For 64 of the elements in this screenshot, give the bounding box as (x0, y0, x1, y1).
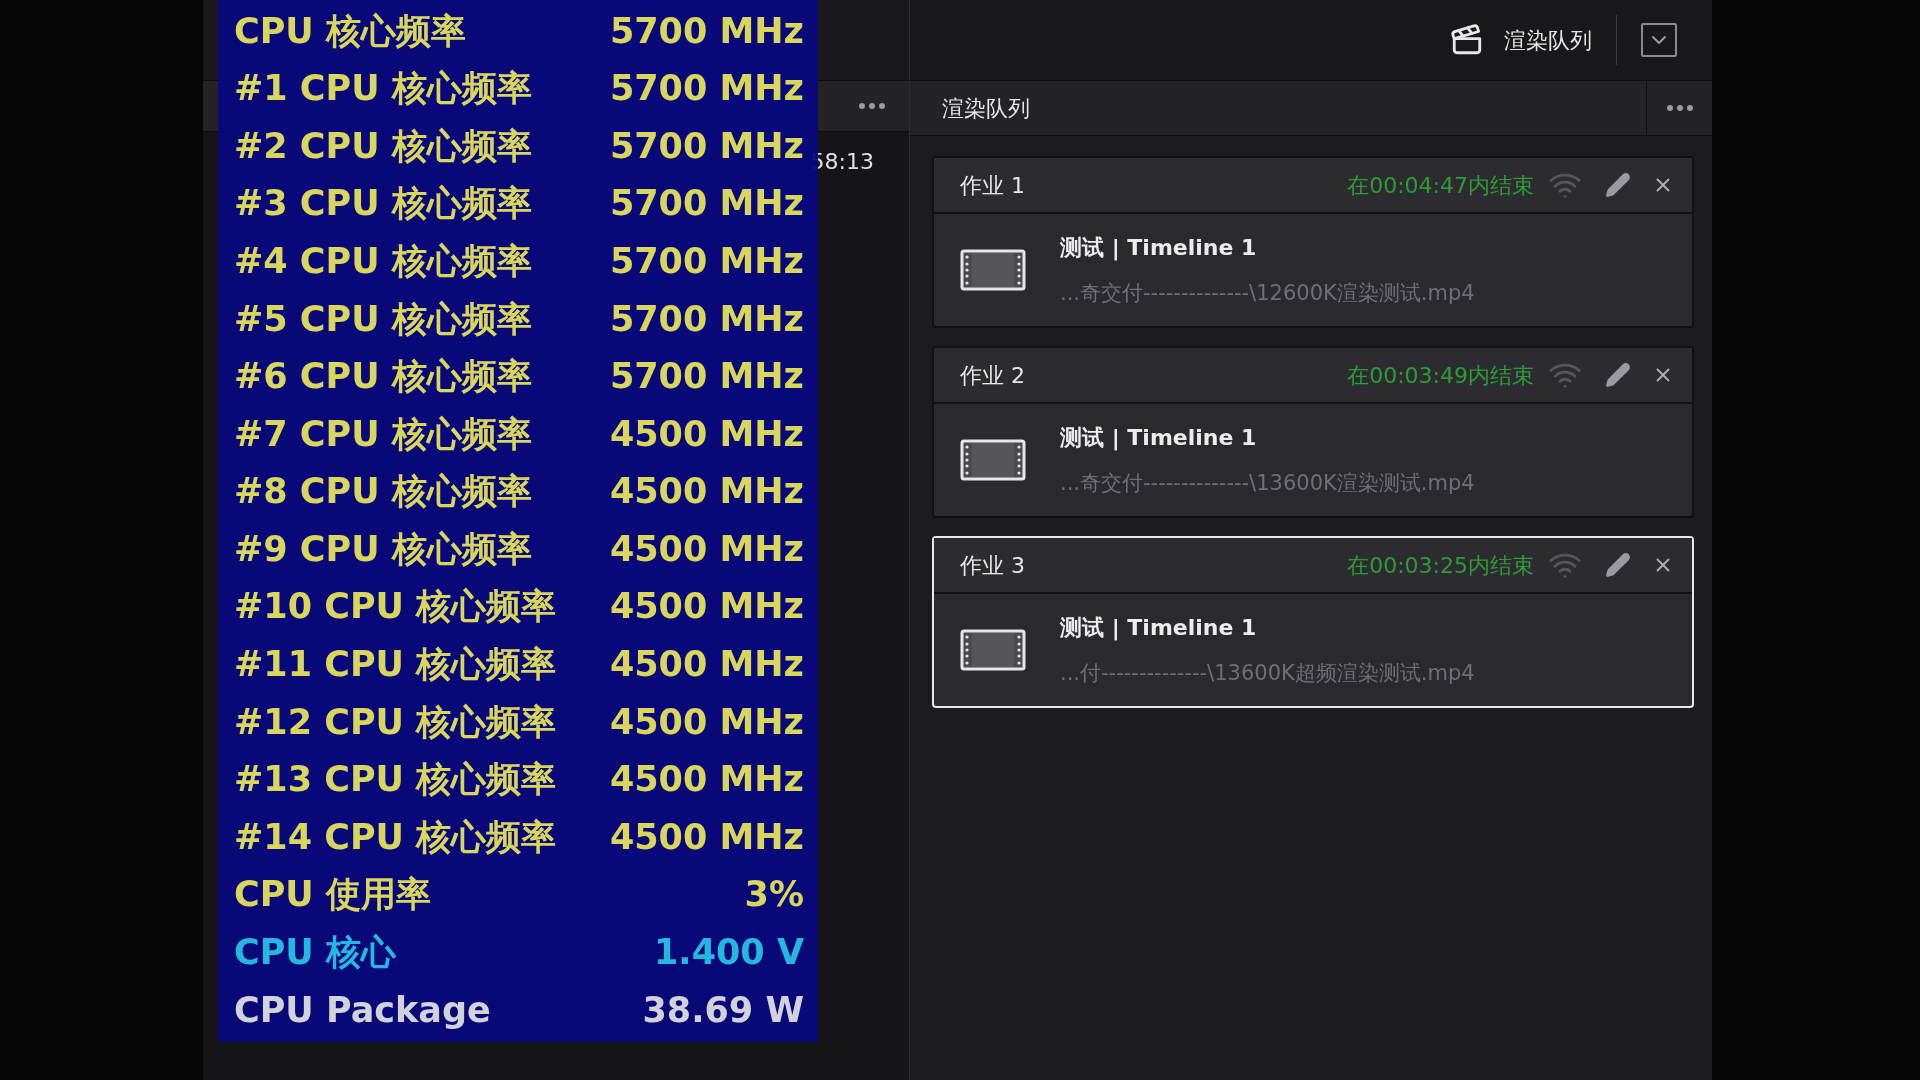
panel-title: 渲染队列 (941, 94, 1031, 123)
osd-value: 4500 MHz (609, 700, 804, 744)
clapperboard-icon (1450, 23, 1484, 57)
more-icon (859, 103, 885, 109)
osd-value: 4500 MHz (609, 815, 804, 859)
osd-label: #3 CPU 核心频率 (234, 182, 532, 226)
eta-text: 在00:03:49内结束 (1347, 361, 1534, 390)
osd-label: #4 CPU 核心频率 (234, 239, 532, 283)
film-icon (960, 629, 1026, 671)
job-title: 作业 3 (960, 551, 1026, 580)
eta-text: 在00:04:47内结束 (1347, 171, 1534, 200)
osd-value: 4500 MHz (609, 758, 804, 802)
osd-value: 5700 MHz (609, 355, 804, 399)
osd-label: CPU Package (234, 988, 491, 1032)
job-title: 作业 1 (960, 171, 1026, 200)
osd-label: #6 CPU 核心频率 (234, 355, 532, 399)
osd-label: CPU 核心 (234, 931, 396, 975)
job-name: 测试 | Timeline 1 (1060, 233, 1258, 263)
job-card[interactable]: 作业 1 在00:04:47内结束 测试 | Timeline 1 ...奇交付--------------\12600K渲染测试.mp4 (932, 156, 1694, 328)
osd-value: 5700 MHz (609, 297, 804, 341)
osd-value: 5700 MHz (609, 239, 804, 283)
pencil-icon (1605, 552, 1631, 578)
osd-value: 4500 MHz (609, 527, 804, 571)
osd-label: #1 CPU 核心频率 (234, 67, 532, 111)
osd-value: 1.400 V (654, 931, 804, 975)
osd-label: CPU 使用率 (234, 873, 431, 917)
osd-label: #9 CPU 核心频率 (234, 527, 532, 571)
duration-text: 58:13 (810, 147, 874, 176)
job-card[interactable]: 作业 3 在00:03:25内结束 测试 | Timeline 1 ...付--------------\13600K超频渲染测试.mp4 (932, 536, 1694, 708)
pencil-icon (1605, 362, 1631, 388)
osd-value: 5700 MHz (609, 124, 804, 168)
file-path: ...付--------------\13600K超频渲染测试.mp4 (1060, 659, 1475, 687)
osd-value: 4500 MHz (609, 470, 804, 514)
osd-label: #10 CPU 核心频率 (234, 585, 557, 629)
osd-label: #13 CPU 核心频率 (234, 758, 557, 802)
more-icon (1666, 105, 1693, 111)
osd-label: #2 CPU 核心频率 (234, 124, 532, 168)
job-name: 测试 | Timeline 1 (1060, 613, 1258, 643)
dropdown-button[interactable] (1641, 23, 1677, 57)
osd-value: 5700 MHz (609, 182, 804, 226)
osd-label: CPU 核心频率 (234, 9, 466, 53)
osd-value: 38.69 W (642, 988, 804, 1032)
osd-label: #7 CPU 核心频率 (234, 412, 532, 456)
eta-text: 在00:03:25内结束 (1347, 551, 1534, 580)
osd-value: 5700 MHz (609, 9, 804, 53)
osd-value: 4500 MHz (609, 643, 804, 687)
osd-value: 4500 MHz (609, 585, 804, 629)
file-path: ...奇交付--------------\12600K渲染测试.mp4 (1060, 279, 1475, 307)
job-card[interactable]: 作业 2 在00:03:49内结束 测试 | Timeline 1 ...奇交付--------------\13600K渲染测试.mp4 (932, 346, 1694, 518)
osd-label: #12 CPU 核心频率 (234, 700, 557, 744)
osd-label: #11 CPU 核心频率 (234, 643, 557, 687)
osd-label: #14 CPU 核心频率 (234, 815, 557, 859)
pencil-icon (1605, 172, 1631, 198)
file-path: ...奇交付--------------\13600K渲染测试.mp4 (1060, 469, 1475, 497)
job-title: 作业 2 (960, 361, 1026, 390)
osd-label: #8 CPU 核心频率 (234, 470, 532, 514)
film-icon (960, 439, 1026, 481)
osd-value: 5700 MHz (609, 67, 804, 111)
osd-value: 4500 MHz (609, 412, 804, 456)
job-name: 测试 | Timeline 1 (1060, 423, 1258, 453)
film-icon (960, 249, 1026, 291)
osd-label: #5 CPU 核心频率 (234, 297, 532, 341)
osd-value: 3% (744, 873, 804, 917)
header-title[interactable]: 渲染队列 (1504, 23, 1592, 57)
